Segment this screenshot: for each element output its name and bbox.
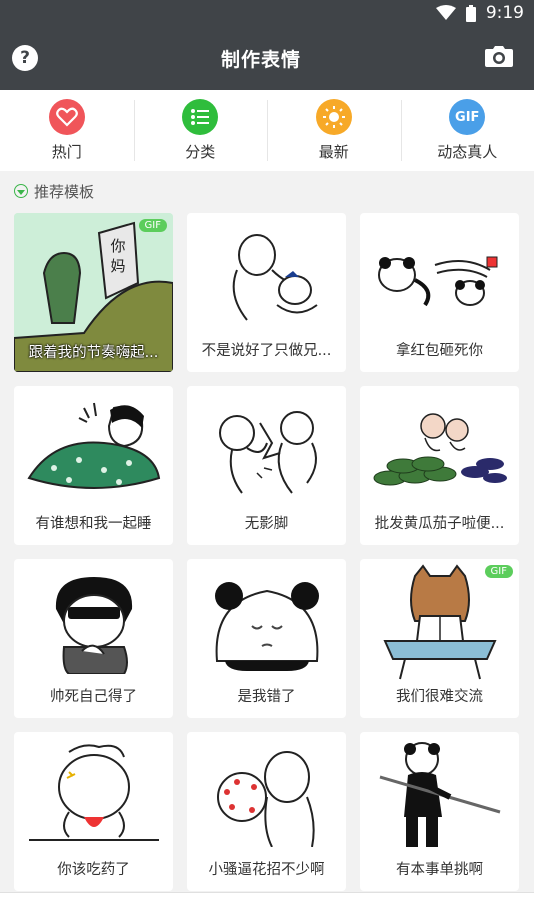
category-newest[interactable]: 最新 <box>267 90 401 171</box>
template-caption: 批发黄瓜茄子啦便... <box>374 516 505 532</box>
template-caption: 帅死自己得了 <box>50 689 137 705</box>
category-label: 最新 <box>318 143 349 161</box>
status-bar: 9:19 <box>0 0 534 26</box>
template-image <box>14 559 173 683</box>
template-image <box>187 213 346 337</box>
category-label: 动态真人 <box>437 143 498 161</box>
sun-icon <box>315 99 352 135</box>
gif-badge: GIF <box>138 219 167 232</box>
gif-badge: GIF <box>484 565 513 578</box>
gif-icon: GIF <box>449 99 486 135</box>
template-image <box>14 732 173 856</box>
template-caption: 拿红包砸死你 <box>396 343 483 359</box>
wifi-icon <box>435 5 456 21</box>
template-image <box>14 386 173 510</box>
template-card[interactable]: 是我错了 <box>187 559 346 718</box>
template-card[interactable]: 批发黄瓜茄子啦便... <box>360 386 519 545</box>
section-title: 推荐模板 <box>34 182 95 201</box>
template-card[interactable]: GIF 我们很难交流 <box>360 559 519 718</box>
template-card[interactable]: 不是说好了只做兄... <box>187 213 346 372</box>
template-caption: 有谁想和我一起睡 <box>35 516 152 532</box>
template-image <box>360 213 519 337</box>
template-caption: 是我错了 <box>237 689 296 705</box>
page-title: 制作表情 <box>220 48 301 71</box>
category-classify[interactable]: 分类 <box>133 90 268 171</box>
template-card[interactable]: 无影脚 <box>187 386 346 545</box>
template-caption: 小骚逼花招不少啊 <box>208 862 325 878</box>
section-header: 推荐模板 <box>0 171 534 211</box>
bottom-navigation <box>0 892 534 902</box>
template-card[interactable]: 小骚逼花招不少啊 <box>187 732 346 891</box>
heart-icon <box>48 99 85 135</box>
category-hot[interactable]: 热门 <box>0 90 134 171</box>
category-live-action[interactable]: GIF 动态真人 <box>400 90 534 171</box>
template-card[interactable]: 你该吃药了 <box>14 732 173 891</box>
category-label: 分类 <box>185 143 216 161</box>
template-card[interactable]: 你 妈 GIF 跟着我的节奏嗨起... <box>14 213 173 372</box>
template-card[interactable]: 有谁想和我一起睡 <box>14 386 173 545</box>
sign-text: 你 <box>110 237 125 255</box>
template-image <box>360 732 519 856</box>
list-icon <box>182 99 219 135</box>
help-icon[interactable]: ? <box>12 45 38 71</box>
template-caption: 我们很难交流 <box>396 689 483 705</box>
app-bar: ? 制作表情 <box>0 26 534 90</box>
sign-text: 妈 <box>110 257 125 275</box>
category-bar: 热门 分类 最新 GIF 动态真人 <box>0 90 534 171</box>
template-caption: 你该吃药了 <box>57 862 130 878</box>
template-image <box>360 386 519 510</box>
template-caption: 不是说好了只做兄... <box>201 343 332 359</box>
status-time: 9:19 <box>485 3 524 23</box>
category-label: 热门 <box>51 143 82 161</box>
template-image <box>187 386 346 510</box>
battery-icon <box>465 4 476 22</box>
template-grid: 你 妈 GIF 跟着我的节奏嗨起... 不是说好了只做兄... 拿红包砸死你 有… <box>0 211 534 891</box>
template-caption: 跟着我的节奏嗨起... <box>28 345 159 361</box>
template-card[interactable]: 有本事单挑啊 <box>360 732 519 891</box>
template-caption: 有本事单挑啊 <box>396 862 483 878</box>
chevron-down-icon <box>14 184 28 198</box>
template-image <box>187 559 346 683</box>
template-caption: 无影脚 <box>244 516 289 532</box>
camera-icon[interactable] <box>484 44 514 72</box>
template-card[interactable]: 拿红包砸死你 <box>360 213 519 372</box>
template-image <box>187 732 346 856</box>
template-card[interactable]: 帅死自己得了 <box>14 559 173 718</box>
